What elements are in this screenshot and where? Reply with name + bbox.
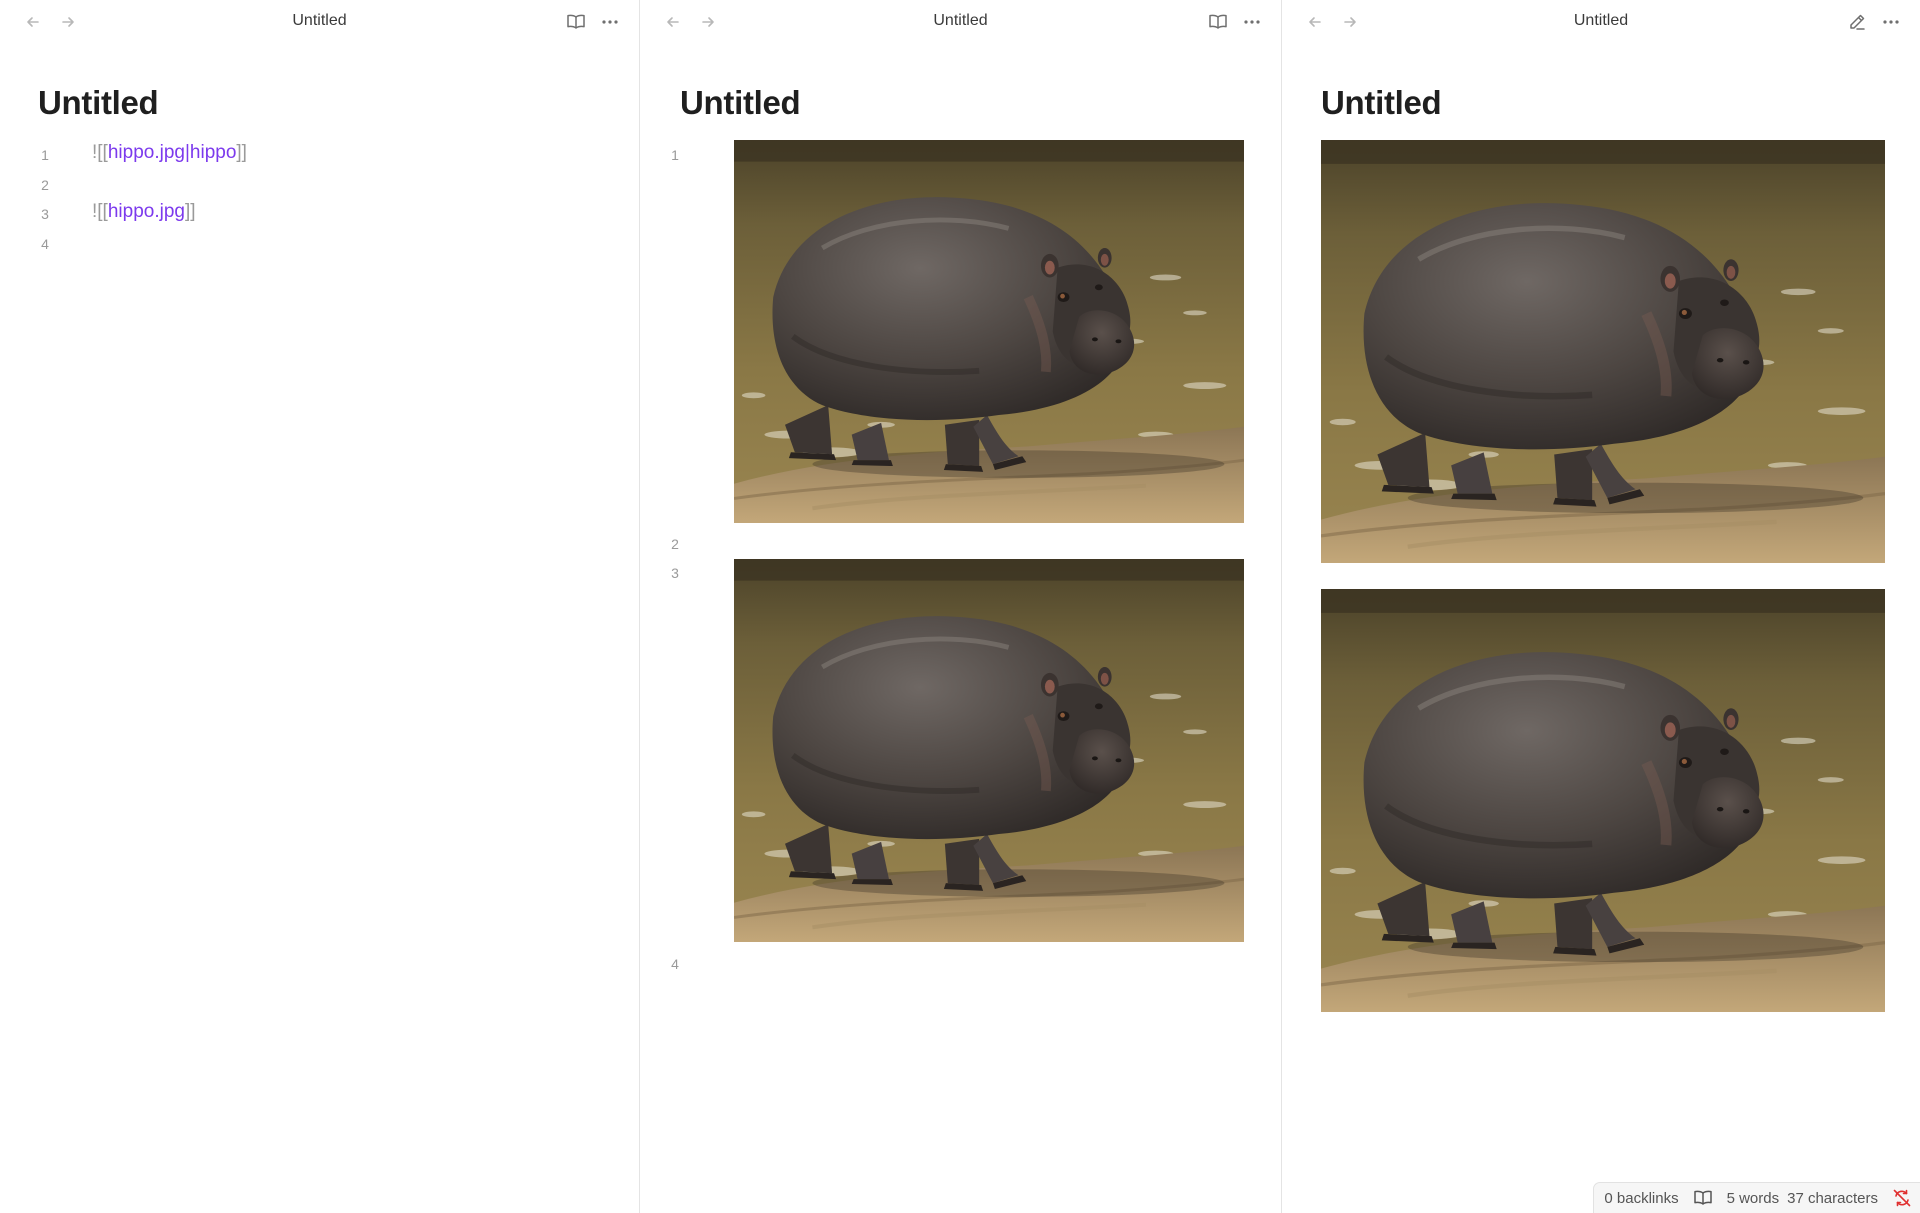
editor-line[interactable]: 3 ![[hippo.jpg]] bbox=[0, 199, 639, 229]
pane-title[interactable]: Untitled bbox=[0, 12, 639, 30]
editor-line[interactable]: 2 bbox=[640, 529, 1281, 559]
line-number: 1 bbox=[41, 147, 49, 163]
book-open-icon[interactable] bbox=[1205, 10, 1231, 34]
pane-header: Untitled bbox=[1282, 0, 1920, 44]
sync-off-icon[interactable] bbox=[1892, 1188, 1912, 1208]
forward-arrow-icon[interactable] bbox=[695, 10, 721, 34]
embed-close-syntax: ]] bbox=[236, 142, 247, 163]
embedded-image[interactable] bbox=[734, 140, 1244, 523]
note-title[interactable]: Untitled bbox=[680, 84, 801, 122]
line-number: 2 bbox=[41, 177, 49, 193]
character-count: 37 characters bbox=[1787, 1189, 1878, 1207]
line-number: 4 bbox=[671, 956, 679, 972]
nav-buttons bbox=[1302, 10, 1363, 34]
line-content[interactable]: ![[hippo.jpg|hippo]] bbox=[92, 142, 247, 164]
back-arrow-icon[interactable] bbox=[1302, 10, 1328, 34]
nav-buttons bbox=[660, 10, 721, 34]
line-number: 3 bbox=[41, 206, 49, 222]
pane-title[interactable]: Untitled bbox=[1282, 12, 1920, 30]
more-horizontal-icon[interactable] bbox=[1239, 10, 1265, 34]
backlinks-count[interactable]: 0 backlinks bbox=[1604, 1190, 1678, 1207]
embedded-image[interactable] bbox=[734, 559, 1244, 942]
embedded-image[interactable] bbox=[1321, 589, 1885, 1012]
editor-pane-source: Untitled Untitled 1 ![[hippo.jpg|hippo]]… bbox=[0, 0, 639, 1213]
pencil-icon[interactable] bbox=[1844, 10, 1870, 34]
editor-pane-live-preview: Untitled Untitled 1 2 3 4 bbox=[639, 0, 1281, 1213]
word-count: 5 words bbox=[1726, 1189, 1780, 1207]
forward-arrow-icon[interactable] bbox=[1337, 10, 1363, 34]
reading-pane: Untitled Untitled 0 backlinks 5 words 37… bbox=[1281, 0, 1920, 1213]
internal-link[interactable]: hippo.jpg|hippo bbox=[108, 142, 237, 163]
embedded-image[interactable] bbox=[1321, 140, 1885, 563]
book-open-icon[interactable] bbox=[563, 10, 589, 34]
embed-open-syntax: ![[ bbox=[92, 142, 108, 163]
line-number: 2 bbox=[671, 536, 679, 552]
more-horizontal-icon[interactable] bbox=[597, 10, 623, 34]
editor-line[interactable]: 4 bbox=[0, 229, 639, 259]
pane-actions bbox=[563, 10, 623, 34]
status-bar: 0 backlinks 5 words 37 characters bbox=[1593, 1182, 1920, 1213]
pane-actions bbox=[1205, 10, 1265, 34]
line-number: 3 bbox=[671, 565, 679, 581]
editor-line[interactable]: 2 bbox=[0, 170, 639, 200]
line-number: 4 bbox=[41, 236, 49, 252]
note-title[interactable]: Untitled bbox=[38, 84, 159, 122]
editor-line[interactable]: 4 bbox=[640, 949, 1281, 979]
back-arrow-icon[interactable] bbox=[660, 10, 686, 34]
line-content[interactable]: ![[hippo.jpg]] bbox=[92, 201, 196, 223]
internal-link[interactable]: hippo.jpg bbox=[108, 201, 185, 222]
embed-close-syntax: ]] bbox=[184, 201, 196, 222]
editor-line[interactable]: 1 ![[hippo.jpg|hippo]] bbox=[0, 140, 639, 170]
nav-buttons bbox=[20, 10, 81, 34]
pane-actions bbox=[1844, 10, 1904, 34]
workspace: Untitled Untitled 1 ![[hippo.jpg|hippo]]… bbox=[0, 0, 1920, 1213]
line-number: 1 bbox=[671, 147, 679, 163]
pane-title[interactable]: Untitled bbox=[640, 12, 1281, 30]
note-title: Untitled bbox=[1321, 84, 1442, 121]
book-open-icon[interactable] bbox=[1693, 1189, 1713, 1207]
forward-arrow-icon[interactable] bbox=[55, 10, 81, 34]
pane-header: Untitled bbox=[0, 0, 639, 44]
more-horizontal-icon[interactable] bbox=[1878, 10, 1904, 34]
back-arrow-icon[interactable] bbox=[20, 10, 46, 34]
pane-header: Untitled bbox=[640, 0, 1281, 44]
embed-open-syntax: ![[ bbox=[92, 201, 108, 222]
